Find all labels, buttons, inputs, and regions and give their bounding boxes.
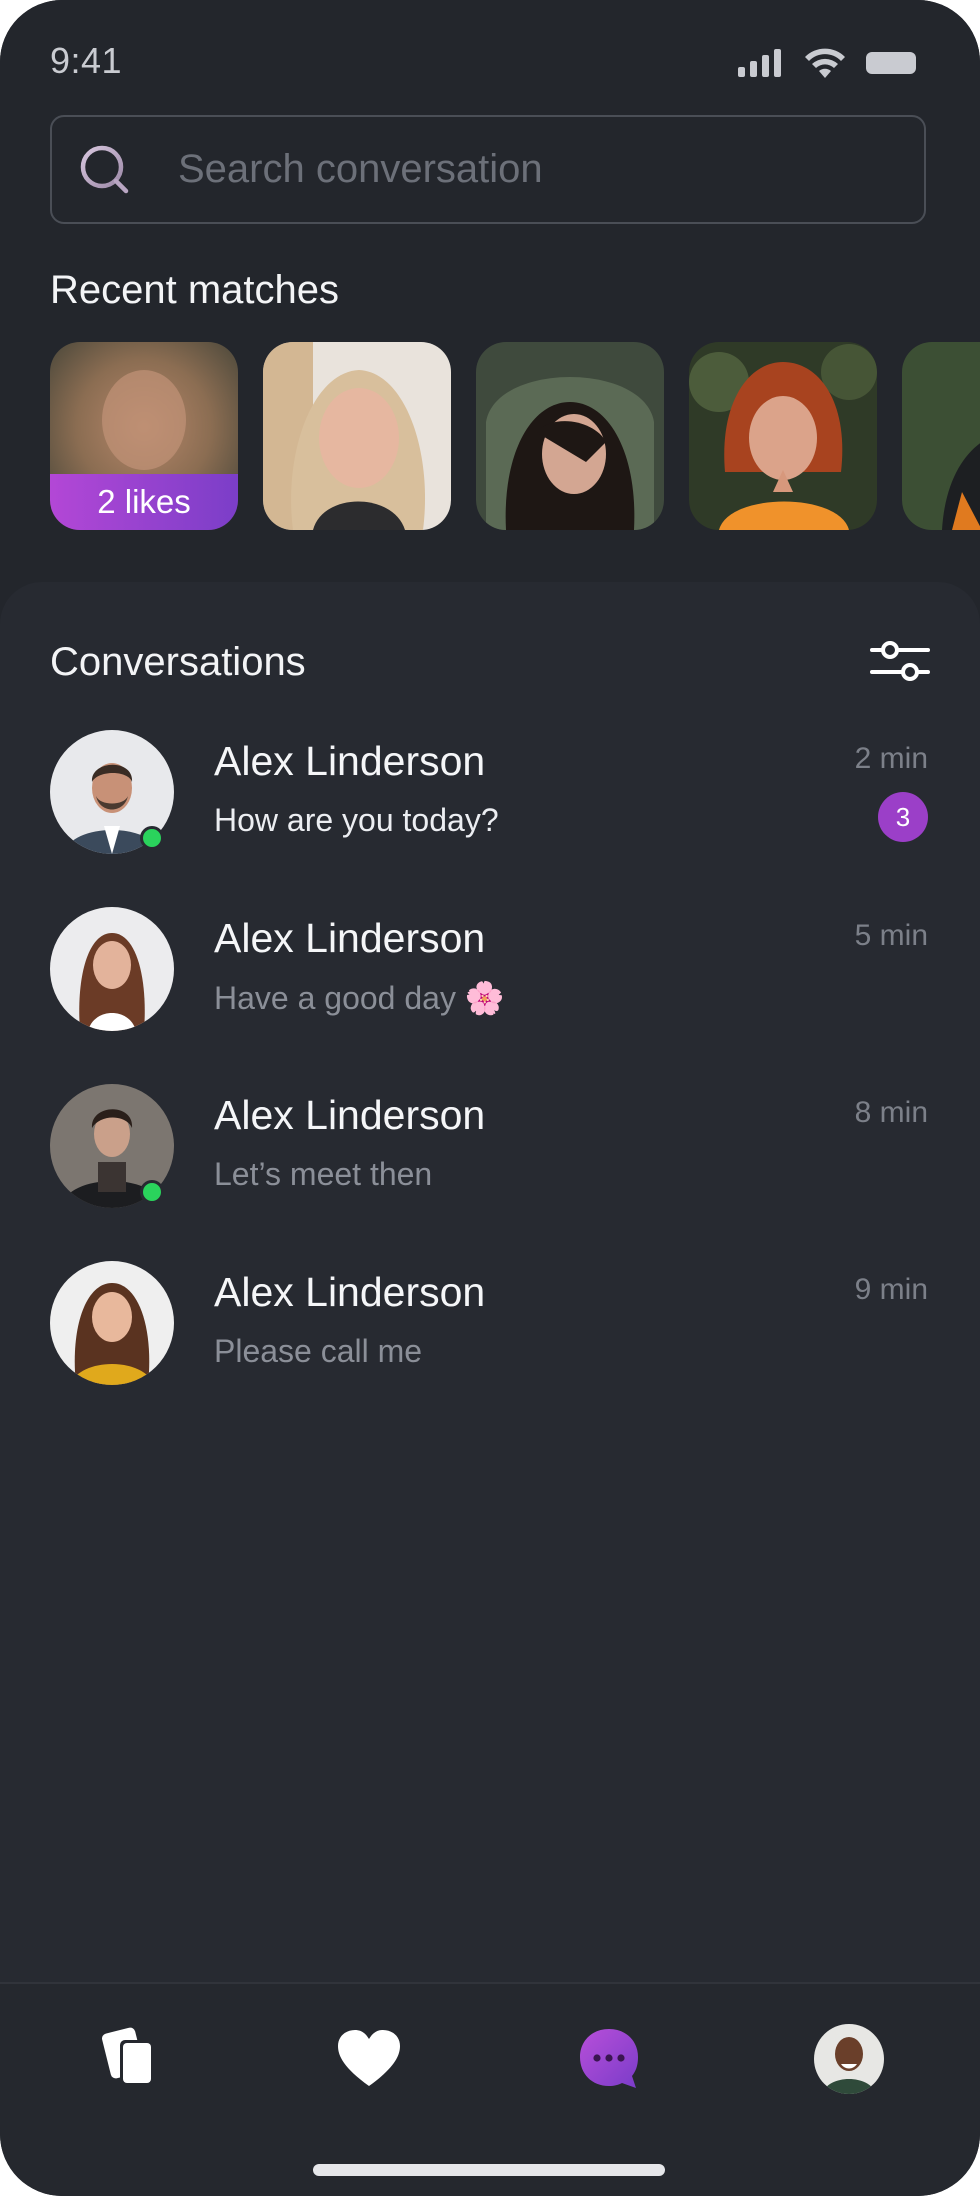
match-photo[interactable] [476,342,664,530]
message-time: 8 min [854,1096,928,1129]
match-photo[interactable] [902,342,980,530]
avatar [50,907,174,1031]
conversations-title: Conversations [50,640,306,684]
search-bar[interactable] [50,115,926,224]
search-icon [80,145,129,194]
battery-icon [866,52,916,74]
message-time: 2 min [854,742,928,775]
contact-name: Alex Linderson [214,1269,486,1315]
conversation-row[interactable]: Alex Linderson How are you today? 2 min … [0,730,980,880]
online-indicator [140,1180,164,1204]
likes-badge: 2 likes [50,474,238,530]
conversation-row[interactable]: Alex Linderson Have a good day 🌸 5 min [0,907,980,1057]
conversations-panel: Conversations Alex Linderson How are you… [0,582,980,1982]
unread-count-badge: 3 [878,792,928,842]
avatar [50,1261,174,1385]
online-indicator [140,826,164,850]
last-message: Have a good day 🌸 [214,980,505,1016]
last-message: Let’s meet then [214,1156,433,1192]
message-time: 5 min [854,919,928,952]
bottom-tab-bar [0,1982,980,2196]
last-message: Please call me [214,1333,423,1369]
cards-icon[interactable] [96,2024,166,2094]
match-photo-image [689,342,877,530]
status-time: 9:41 [50,40,123,81]
match-card-likes[interactable]: 2 likes [50,342,238,530]
contact-name: Alex Linderson [214,738,486,784]
match-photo-image [476,342,664,530]
wifi-icon [805,48,845,78]
match-photo[interactable] [263,342,451,530]
match-photo[interactable] [689,342,877,530]
contact-name: Alex Linderson [214,915,486,961]
filter-icon[interactable] [870,638,930,684]
match-photo-image [902,342,980,530]
last-message: How are you today? [214,802,499,838]
match-photo-image [263,342,451,530]
header-area: 9:41 Search conversation Recent matches … [0,0,980,600]
status-icons [738,48,916,78]
recent-matches-list: 2 likes [50,342,980,532]
chat-icon[interactable] [574,2024,644,2094]
conversation-row[interactable]: Alex Linderson Please call me 9 min [0,1261,980,1411]
home-indicator [313,2164,665,2176]
recent-matches-title: Recent matches [50,268,340,312]
message-time: 9 min [854,1273,928,1306]
phone-screen: 9:41 Search conversation Recent matches … [0,0,980,2196]
heart-icon[interactable] [334,2024,404,2094]
profile-avatar[interactable] [814,2024,884,2094]
contact-name: Alex Linderson [214,1092,486,1138]
search-input[interactable] [178,117,898,222]
signal-icon [738,49,781,77]
conversation-row[interactable]: Alex Linderson Let’s meet then 8 min [0,1084,980,1234]
